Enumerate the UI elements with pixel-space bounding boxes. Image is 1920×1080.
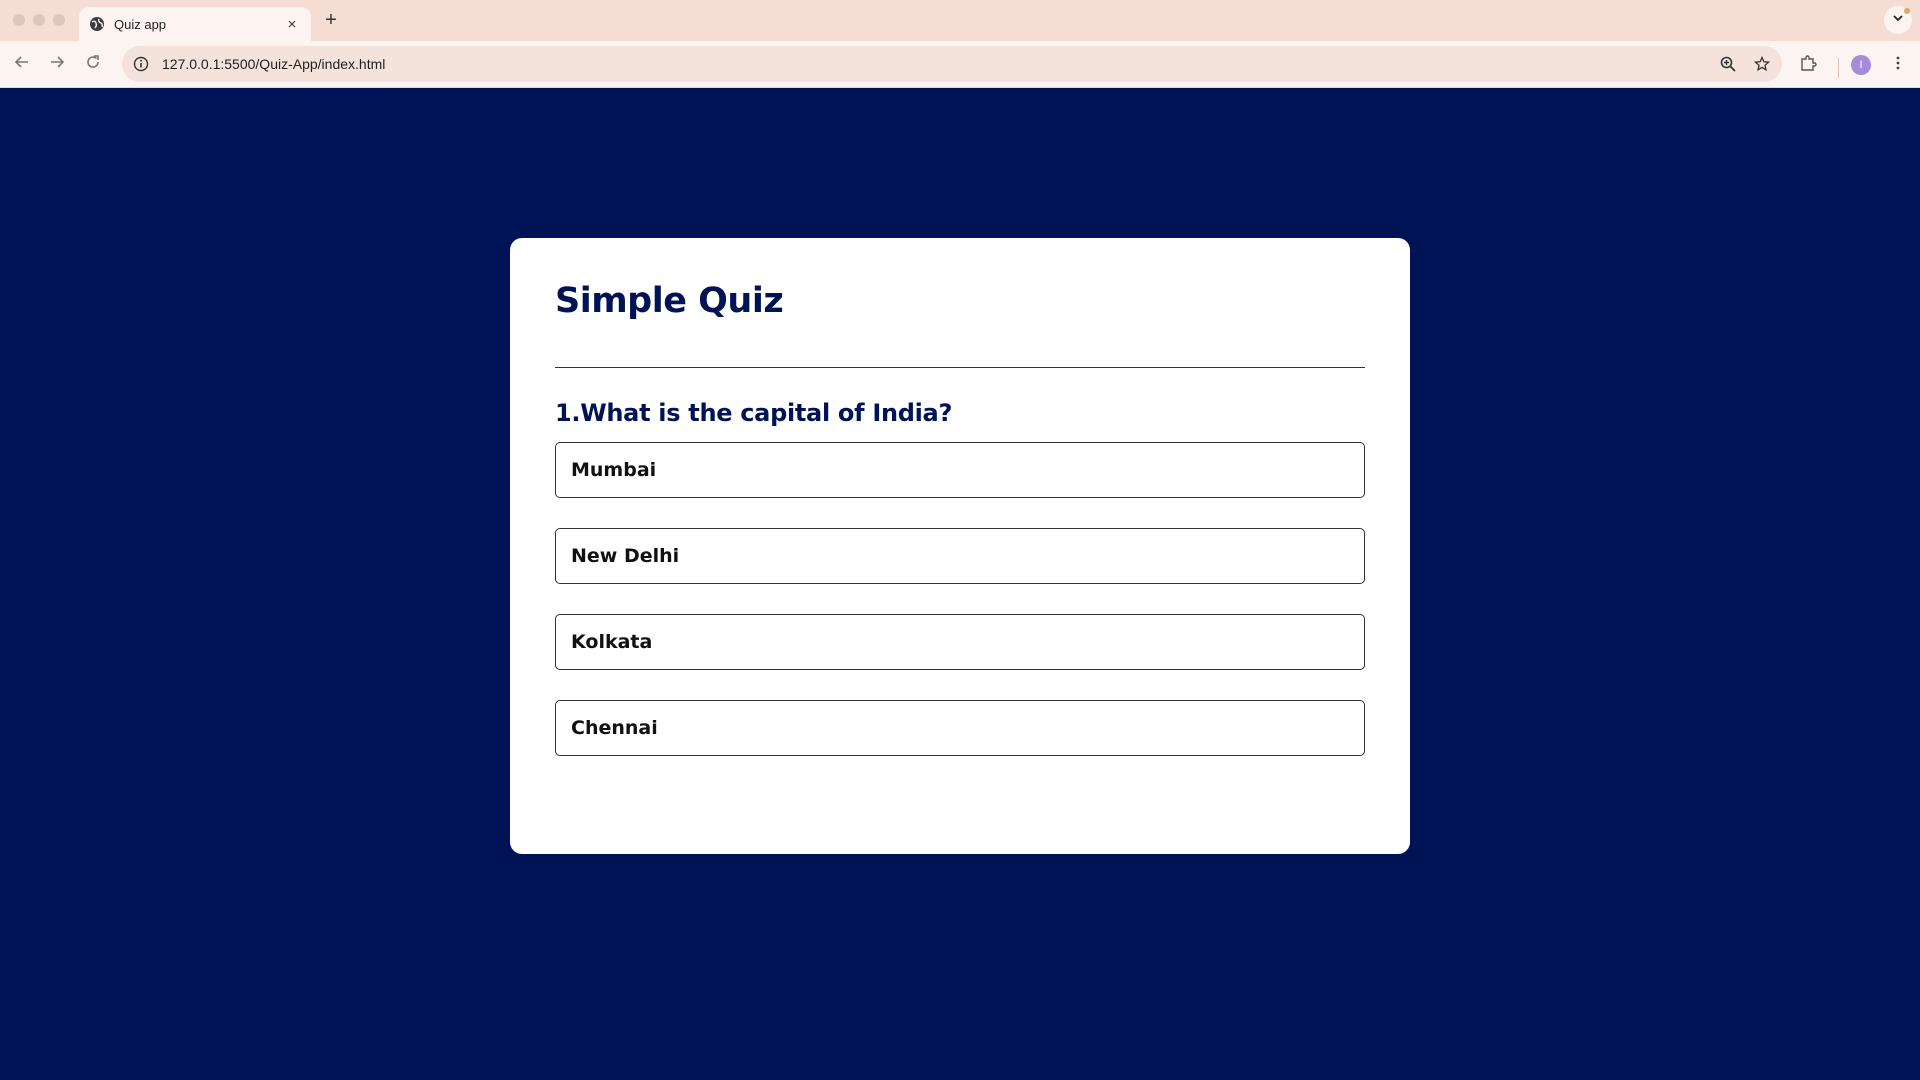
back-button[interactable] (9, 51, 35, 77)
extensions-button[interactable] (1794, 51, 1822, 79)
browser-toolbar: 127.0.0.1:5500/Quiz-App/index.html I (0, 41, 1920, 88)
browser-menu-button[interactable] (1884, 51, 1912, 79)
arrow-left-icon (14, 54, 30, 75)
forward-button[interactable] (44, 51, 70, 77)
arrow-right-icon (49, 54, 65, 75)
address-bar[interactable]: 127.0.0.1:5500/Quiz-App/index.html (122, 46, 1782, 82)
maximize-window-button[interactable] (53, 14, 65, 26)
browser-tab[interactable]: Quiz app × (79, 7, 311, 41)
reload-icon (85, 54, 101, 75)
tab-title: Quiz app (114, 16, 167, 32)
answer-list: Mumbai New Delhi Kolkata Chennai (555, 442, 1365, 756)
avatar: I (1851, 55, 1871, 75)
page-title: Simple Quiz (555, 281, 784, 321)
minimize-window-button[interactable] (33, 14, 45, 26)
notification-dot (1904, 8, 1910, 14)
globe-icon (89, 16, 105, 32)
quiz-card: Simple Quiz 1.What is the capital of Ind… (510, 238, 1410, 854)
answer-button-kolkata[interactable]: Kolkata (555, 614, 1365, 670)
answer-button-new-delhi[interactable]: New Delhi (555, 528, 1365, 584)
kebab-menu-icon (1890, 55, 1906, 76)
zoom-icon[interactable] (1714, 50, 1742, 78)
star-icon[interactable] (1748, 50, 1776, 78)
info-icon[interactable] (130, 53, 152, 75)
answer-button-mumbai[interactable]: Mumbai (555, 442, 1365, 498)
new-tab-button[interactable]: + (319, 8, 343, 32)
puzzle-icon (1799, 54, 1817, 77)
tab-search-button[interactable] (1884, 6, 1912, 34)
chevron-down-icon (1892, 11, 1904, 29)
close-tab-icon[interactable]: × (283, 15, 301, 33)
reload-button[interactable] (80, 51, 106, 77)
close-window-button[interactable] (13, 14, 25, 26)
browser-tab-bar: Quiz app × + (0, 0, 1920, 41)
question-text: 1.What is the capital of India? (555, 399, 953, 427)
answer-button-chennai[interactable]: Chennai (555, 700, 1365, 756)
url-text[interactable]: 127.0.0.1:5500/Quiz-App/index.html (162, 56, 1714, 72)
divider (555, 367, 1365, 368)
toolbar-divider (1838, 58, 1839, 78)
profile-button[interactable]: I (1847, 51, 1875, 79)
